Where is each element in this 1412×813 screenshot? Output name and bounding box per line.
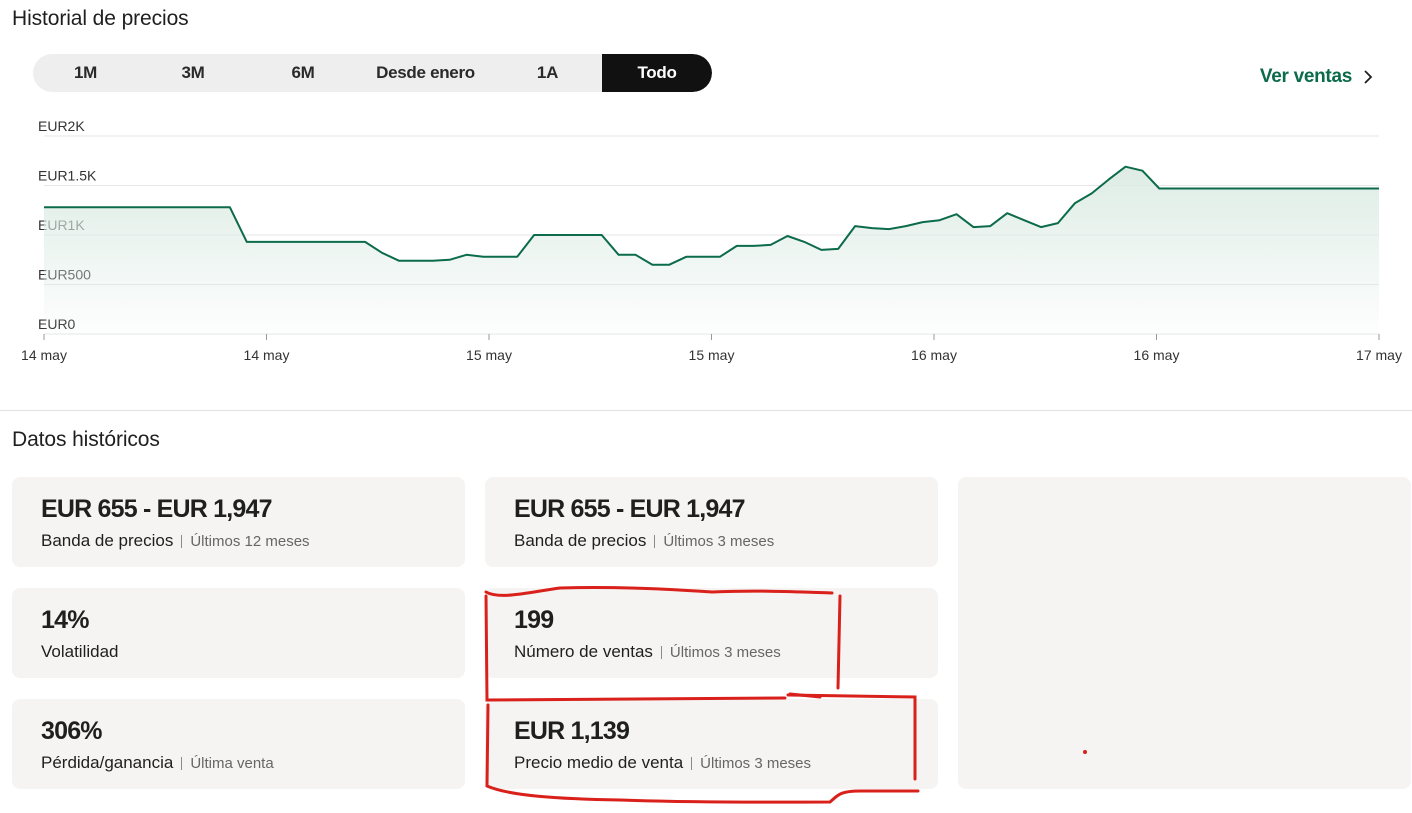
card-label-text: Precio medio de venta [514,753,684,772]
see-sales-label: Ver ventas [1259,66,1352,87]
label-separator [660,645,662,659]
card-label-text: Número de ventas [514,642,653,661]
card-label: Banda de precios Últimos 3 meses [514,531,774,551]
card-value: EUR 655 - EUR 1,947 [514,495,746,523]
tab-since-january[interactable]: Desde enero [358,54,493,92]
card-sublabel: Últimos 12 meses [190,532,310,550]
historical-data-title: Datos históricos [12,428,160,451]
tab-all[interactable]: Todo [602,54,712,92]
card-label: Pérdida/ganancia Última venta [41,753,274,773]
card-value: EUR 655 - EUR 1,947 [41,495,273,523]
card-value: 14% [41,606,89,634]
x-tick-label: 17 may [1356,347,1402,363]
card-label-text: Volatilidad [41,642,119,661]
card-price-band-12m: EUR 655 - EUR 1,947 Banda de precios Últi… [12,477,465,567]
x-tick-label: 16 may [1134,347,1180,363]
label-separator [691,756,693,770]
label-separator [181,756,183,770]
card-average-price: EUR 1,139 Precio medio de venta Últimos 3… [485,699,938,789]
card-placeholder-panel [958,477,1411,789]
card-label: Volatilidad [41,642,119,662]
x-tick-label: 14 may [244,347,290,363]
card-profit-loss: 306% Pérdida/ganancia Última venta [12,699,465,789]
tab-3m[interactable]: 3M [138,54,248,92]
tab-6m[interactable]: 6M [248,54,358,92]
x-tick-label: 15 may [466,347,512,363]
card-label-text: Pérdida/ganancia [41,753,174,772]
card-sales-count: 199 Número de ventas Últimos 3 meses [485,588,938,678]
card-price-band-3m: EUR 655 - EUR 1,947 Banda de precios Últi… [485,477,938,567]
price-area-fill [44,166,1379,334]
see-sales-link[interactable]: Ver ventas [1260,66,1374,88]
card-volatility: 14% Volatilidad [12,588,465,678]
card-sublabel: Última venta [190,754,274,772]
tab-1m[interactable]: 1M [33,54,138,92]
card-sublabel: Últimos 3 meses [663,532,775,550]
price-history-chart: EUR2KEUR1.5KEUR1KEUR500EUR014 may14 may1… [21,118,1402,363]
card-label: Banda de precios Últimos 12 meses [41,531,310,551]
label-separator [654,534,656,548]
card-value: 199 [514,606,554,634]
x-tick-label: 15 may [689,347,735,363]
price-history-title: Historial de precios [12,7,189,30]
card-label: Número de ventas Últimos 3 meses [514,642,781,662]
time-range-tabs: 1M 3M 6M Desde enero 1A Todo [33,54,712,92]
chevron-right-icon [1364,70,1373,84]
tab-1y[interactable]: 1A [493,54,602,92]
card-sublabel: Últimos 3 meses [669,643,781,661]
y-tick-label: EUR2K [38,118,85,134]
x-tick-label: 14 may [21,347,67,363]
card-label-text: Banda de precios [41,531,174,550]
x-tick-label: 16 may [911,347,957,363]
card-value: EUR 1,139 [514,717,630,745]
card-label: Precio medio de venta Últimos 3 meses [514,753,811,773]
section-divider [0,410,1412,411]
y-tick-label: EUR1.5K [38,168,97,184]
label-separator [181,534,183,548]
card-sublabel: Últimos 3 meses [700,754,812,772]
card-label-text: Banda de precios [514,531,647,550]
card-value: 306% [41,717,103,745]
